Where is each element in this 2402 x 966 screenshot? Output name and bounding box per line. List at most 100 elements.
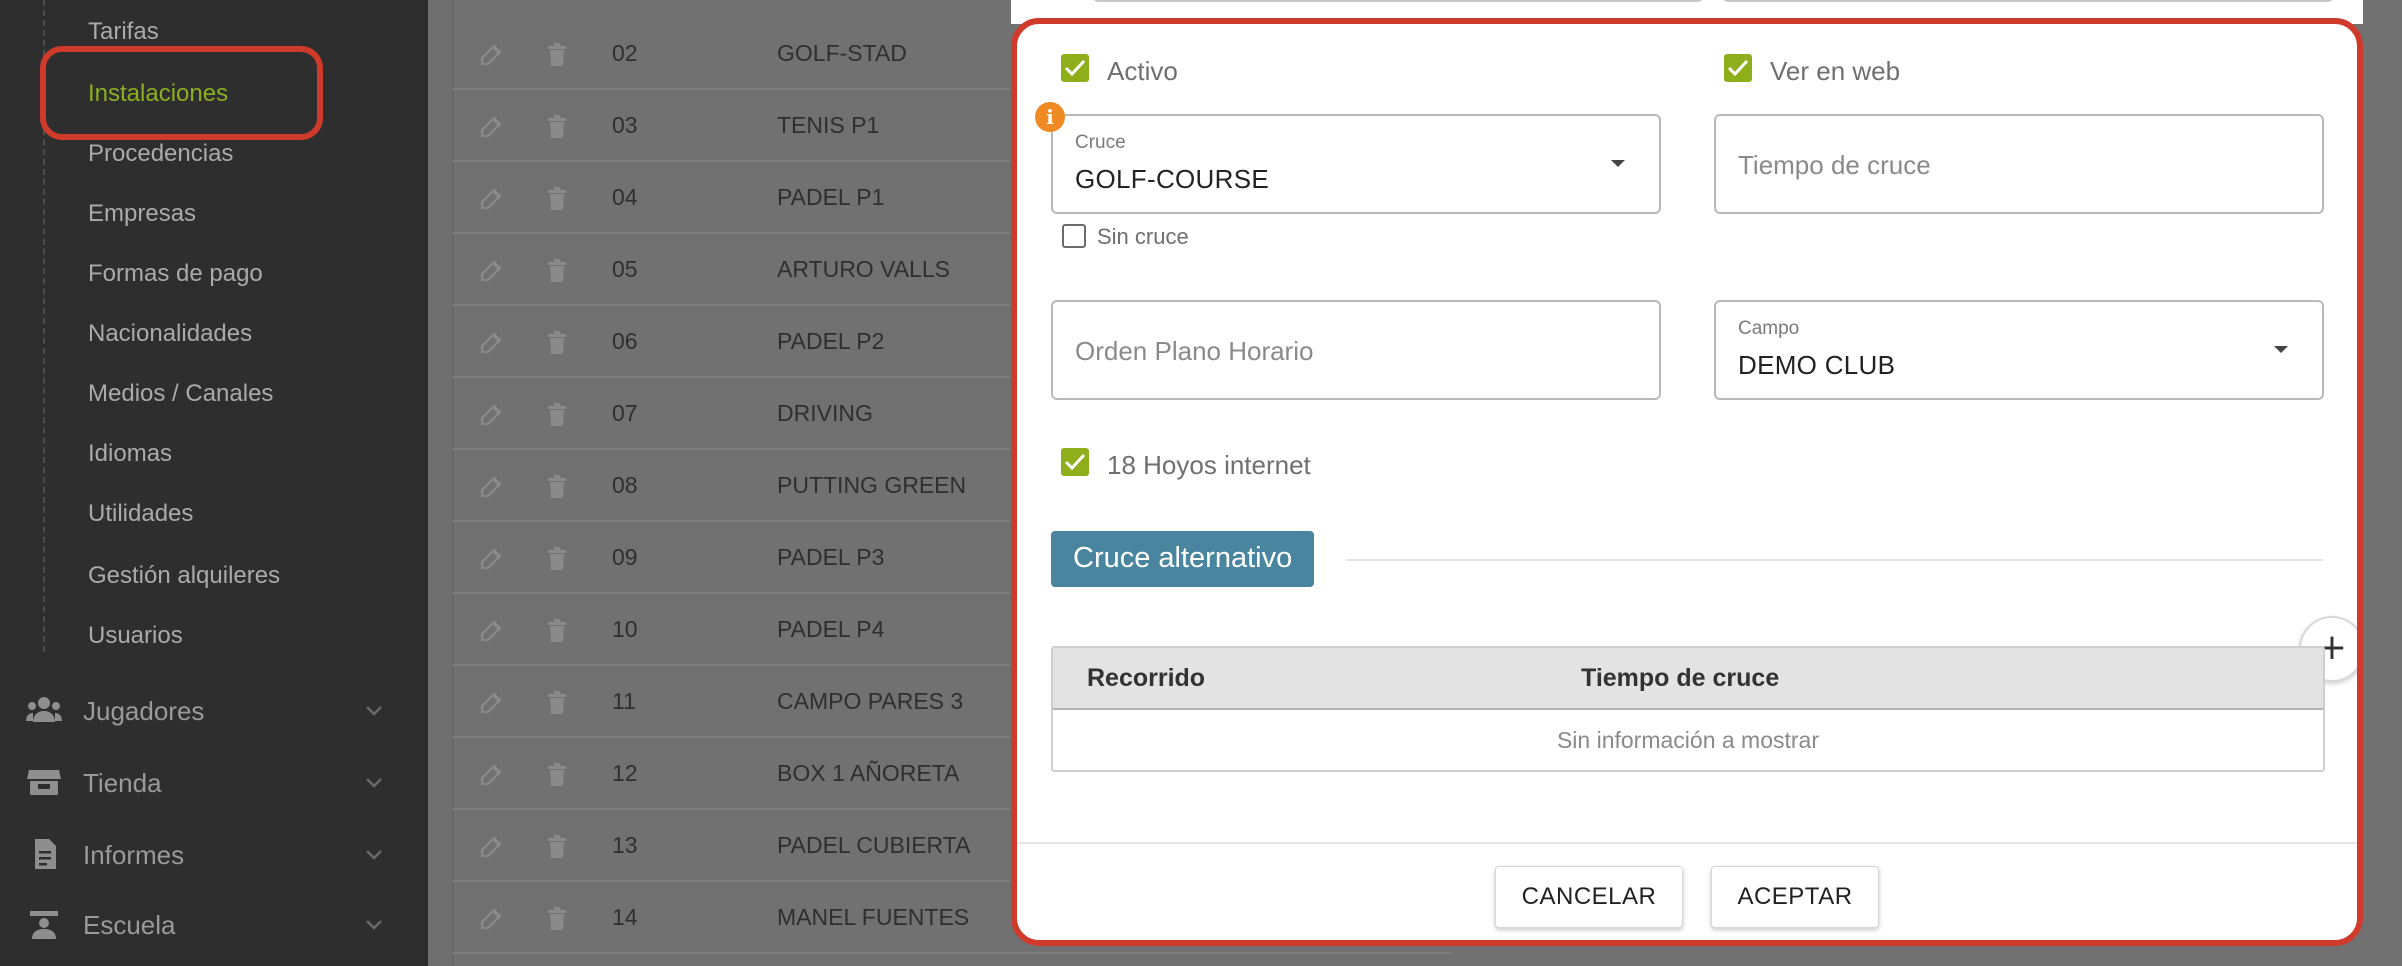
sin-cruce-label: Sin cruce <box>1097 224 1189 249</box>
row-name: PADEL P1 <box>777 184 885 210</box>
school-icon <box>30 911 58 939</box>
sidebar-item-usuarios[interactable]: Usuarios <box>88 622 183 650</box>
trash-icon[interactable] <box>544 258 570 284</box>
edit-icon[interactable] <box>478 330 504 356</box>
edit-icon[interactable] <box>478 834 504 860</box>
sidebar-item-nacionalidades[interactable]: Nacionalidades <box>88 320 252 348</box>
dialog-footer: CANCELAR ACEPTAR <box>1017 842 2357 940</box>
row-name: GOLF-STAD <box>777 40 907 66</box>
nav-section-tienda[interactable]: Tienda <box>0 752 428 812</box>
sidebar-item-gestion-alquileres[interactable]: Gestión alquileres <box>88 562 280 590</box>
info-icon[interactable]: i <box>1035 102 1065 132</box>
activo-checkbox[interactable] <box>1061 54 1089 82</box>
alternative-crossing-grid: Recorrido Tiempo de cruce Sin informació… <box>1051 646 2325 772</box>
row-name: MANEL FUENTES <box>777 904 970 930</box>
nav-label-jugadores: Jugadores <box>83 696 205 726</box>
18-hoyos-checkbox[interactable] <box>1061 448 1089 476</box>
row-name: BOX 1 AÑORETA <box>777 760 960 786</box>
row-code: 12 <box>612 760 638 786</box>
field-top-left[interactable] <box>1091 0 1705 2</box>
cruce-label: Cruce <box>1075 132 1126 153</box>
sidebar-item-empresas[interactable]: Empresas <box>88 200 196 228</box>
row-code: 14 <box>612 904 638 930</box>
sidebar-item-procedencias[interactable]: Procedencias <box>88 140 233 168</box>
orden-plano-horario-placeholder: Orden Plano Horario <box>1075 336 1314 366</box>
row-name: PADEL CUBIERTA <box>777 832 971 858</box>
column-header-tiempo-de-cruce[interactable]: Tiempo de cruce <box>1581 664 1779 693</box>
sidebar-item-idiomas[interactable]: Idiomas <box>88 440 172 468</box>
users-icon <box>26 697 62 722</box>
row-name: PADEL P3 <box>777 544 885 570</box>
edit-icon[interactable] <box>478 114 504 140</box>
nav-section-jugadores[interactable]: Jugadores <box>0 680 428 740</box>
chevron-down-icon <box>366 920 382 930</box>
edit-icon[interactable] <box>478 690 504 716</box>
edit-icon[interactable] <box>478 906 504 932</box>
section-divider <box>1347 559 2323 561</box>
dropdown-caret-icon <box>2274 346 2288 353</box>
campo-select[interactable]: Campo DEMO CLUB <box>1714 300 2324 400</box>
trash-icon[interactable] <box>544 474 570 500</box>
ver-en-web-label: Ver en web <box>1770 56 1901 86</box>
nav-section-escuela[interactable]: Escuela <box>0 894 428 954</box>
checkmark-icon <box>1064 59 1086 77</box>
row-code: 11 <box>612 688 636 714</box>
row-code: 05 <box>612 256 638 282</box>
row-code: 10 <box>612 616 638 642</box>
row-code: 07 <box>612 400 638 426</box>
trash-icon[interactable] <box>544 834 570 860</box>
campo-label: Campo <box>1738 318 1800 339</box>
row-name: PADEL P2 <box>777 328 885 354</box>
trash-icon[interactable] <box>544 762 570 788</box>
orden-plano-horario-input[interactable]: Orden Plano Horario <box>1051 300 1661 400</box>
chevron-down-icon <box>366 850 382 860</box>
nav-label-escuela: Escuela <box>83 910 176 940</box>
row-name: DRIVING <box>777 400 873 426</box>
row-code: 04 <box>612 184 638 210</box>
dropdown-caret-icon <box>1611 160 1625 167</box>
edit-icon[interactable] <box>478 762 504 788</box>
trash-icon[interactable] <box>544 618 570 644</box>
row-code: 13 <box>612 832 638 858</box>
sidebar-item-tarifas[interactable]: Tarifas <box>88 18 159 46</box>
trash-icon[interactable] <box>544 114 570 140</box>
sin-cruce-checkbox[interactable] <box>1062 224 1086 248</box>
sidebar-item-medios-canales[interactable]: Medios / Canales <box>88 380 273 408</box>
cruce-select[interactable]: Cruce GOLF-COURSE <box>1051 114 1661 214</box>
trash-icon[interactable] <box>544 42 570 68</box>
row-name: ARTURO VALLS <box>777 256 950 282</box>
trash-icon[interactable] <box>544 186 570 212</box>
ver-en-web-checkbox[interactable] <box>1724 54 1752 82</box>
row-name: PUTTING GREEN <box>777 472 967 498</box>
grid-header: Recorrido Tiempo de cruce <box>1053 648 2323 710</box>
edit-icon[interactable] <box>478 402 504 428</box>
trash-icon[interactable] <box>544 906 570 932</box>
edit-icon[interactable] <box>478 546 504 572</box>
activo-label: Activo <box>1107 56 1178 86</box>
trash-icon[interactable] <box>544 402 570 428</box>
row-code: 08 <box>612 472 638 498</box>
edit-icon[interactable] <box>478 42 504 68</box>
checkmark-icon <box>1064 453 1086 471</box>
trash-icon[interactable] <box>544 330 570 356</box>
grid-empty-message: Sin información a mostrar <box>1556 727 1820 753</box>
cancel-button[interactable]: CANCELAR <box>1495 866 1683 928</box>
edit-icon[interactable] <box>478 474 504 500</box>
campo-value: DEMO CLUB <box>1738 350 1896 380</box>
tiempo-de-cruce-placeholder: Tiempo de cruce <box>1738 150 1931 180</box>
trash-icon[interactable] <box>544 546 570 572</box>
edit-icon[interactable] <box>478 258 504 284</box>
tiempo-de-cruce-input[interactable]: Tiempo de cruce <box>1714 114 2324 214</box>
chevron-down-icon <box>366 706 382 716</box>
sidebar-item-formas-de-pago[interactable]: Formas de pago <box>88 260 263 288</box>
accept-button[interactable]: ACEPTAR <box>1711 866 1879 928</box>
edit-icon[interactable] <box>478 618 504 644</box>
field-top-right[interactable] <box>1721 0 2335 2</box>
column-header-recorrido[interactable]: Recorrido <box>1087 664 1205 693</box>
trash-icon[interactable] <box>544 690 570 716</box>
nav-section-informes[interactable]: Informes <box>0 824 428 884</box>
edit-icon[interactable] <box>478 186 504 212</box>
section-title-cruce-alternativo: Cruce alternativo <box>1051 531 1315 587</box>
sidebar-item-utilidades[interactable]: Utilidades <box>88 500 193 528</box>
report-icon <box>35 839 56 869</box>
